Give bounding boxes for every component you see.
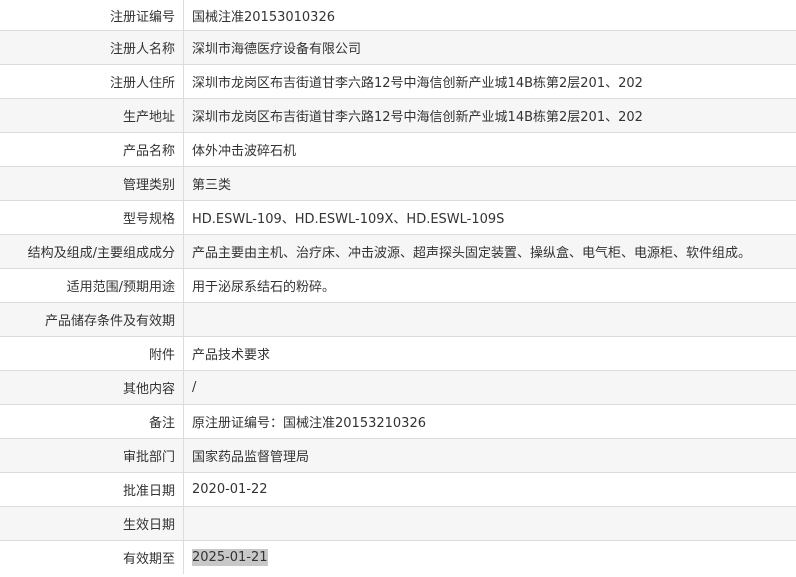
row-label-storage-validity: 产品储存条件及有效期 bbox=[0, 302, 184, 337]
row-label-structure-composition: 结构及组成/主要组成成分 bbox=[0, 234, 184, 269]
row-value-registrant-name: 深圳市海德医疗设备有限公司 bbox=[183, 30, 796, 65]
table-row: 型号规格 HD.ESWL-109、HD.ESWL-109X、HD.ESWL-10… bbox=[0, 200, 796, 235]
row-label-registrant-address: 注册人住所 bbox=[0, 64, 184, 99]
registration-detail-table: 注册证编号 国械注准20153010326 注册人名称 深圳市海德医疗设备有限公… bbox=[0, 0, 796, 574]
row-label-registration-number: 注册证编号 bbox=[0, 0, 184, 31]
row-label-other-content: 其他内容 bbox=[0, 370, 184, 405]
table-row: 附件 产品技术要求 bbox=[0, 336, 796, 371]
table-row: 其他内容 / bbox=[0, 370, 796, 405]
row-value-registration-number: 国械注准20153010326 bbox=[183, 0, 796, 31]
row-value-valid-until: 2025-01-21 bbox=[184, 541, 796, 575]
table-row: 产品储存条件及有效期 bbox=[0, 302, 796, 337]
table-row: 产品名称 体外冲击波碎石机 bbox=[0, 132, 796, 167]
table-row: 审批部门 国家药品监督管理局 bbox=[0, 438, 796, 473]
row-label-remarks: 备注 bbox=[0, 404, 184, 439]
row-label-production-address: 生产地址 bbox=[0, 98, 184, 133]
row-label-valid-until: 有效期至 bbox=[0, 540, 184, 574]
row-value-product-name: 体外冲击波碎石机 bbox=[183, 132, 796, 167]
row-value-approval-date: 2020-01-22 bbox=[183, 472, 796, 507]
row-value-structure-composition: 产品主要由主机、治疗床、冲击波源、超声探头固定装置、操纵盒、电气柜、电源柜、软件… bbox=[183, 234, 796, 269]
row-label-attachment: 附件 bbox=[0, 336, 184, 371]
row-label-product-name: 产品名称 bbox=[0, 132, 184, 167]
table-row: 有效期至 2025-01-21 bbox=[0, 540, 796, 575]
table-row: 结构及组成/主要组成成分 产品主要由主机、治疗床、冲击波源、超声探头固定装置、操… bbox=[0, 234, 796, 269]
row-label-management-category: 管理类别 bbox=[0, 166, 184, 201]
table-row: 注册证编号 国械注准20153010326 bbox=[0, 0, 796, 31]
selected-text-valid-until[interactable]: 2025-01-21 bbox=[192, 549, 268, 566]
row-value-other-content: / bbox=[183, 370, 796, 405]
row-label-effective-date: 生效日期 bbox=[0, 506, 184, 541]
table-row: 注册人住所 深圳市龙岗区布吉街道甘李六路12号中海信创新产业城14B栋第2层20… bbox=[0, 64, 796, 99]
table-row: 生产地址 深圳市龙岗区布吉街道甘李六路12号中海信创新产业城14B栋第2层201… bbox=[0, 98, 796, 133]
table-row: 生效日期 bbox=[0, 506, 796, 541]
row-value-intended-use: 用于泌尿系结石的粉碎。 bbox=[183, 268, 796, 303]
row-label-approval-department: 审批部门 bbox=[0, 438, 184, 473]
row-value-remarks: 原注册证编号：国械注准20153210326 bbox=[183, 404, 796, 439]
row-value-approval-department: 国家药品监督管理局 bbox=[183, 438, 796, 473]
table-row: 注册人名称 深圳市海德医疗设备有限公司 bbox=[0, 30, 796, 65]
row-label-intended-use: 适用范围/预期用途 bbox=[0, 268, 184, 303]
row-value-model-spec: HD.ESWL-109、HD.ESWL-109X、HD.ESWL-109S bbox=[183, 200, 796, 235]
table-row: 适用范围/预期用途 用于泌尿系结石的粉碎。 bbox=[0, 268, 796, 303]
row-value-production-address: 深圳市龙岗区布吉街道甘李六路12号中海信创新产业城14B栋第2层201、202 bbox=[183, 98, 796, 133]
row-value-effective-date bbox=[183, 506, 796, 541]
row-label-model-spec: 型号规格 bbox=[0, 200, 184, 235]
row-label-approval-date: 批准日期 bbox=[0, 472, 184, 507]
row-value-registrant-address: 深圳市龙岗区布吉街道甘李六路12号中海信创新产业城14B栋第2层201、202 bbox=[183, 64, 796, 99]
row-value-attachment: 产品技术要求 bbox=[183, 336, 796, 371]
row-value-storage-validity bbox=[183, 302, 796, 337]
row-label-registrant-name: 注册人名称 bbox=[0, 30, 184, 65]
table-row: 管理类别 第三类 bbox=[0, 166, 796, 201]
table-row: 备注 原注册证编号：国械注准20153210326 bbox=[0, 404, 796, 439]
row-value-management-category: 第三类 bbox=[183, 166, 796, 201]
table-row: 批准日期 2020-01-22 bbox=[0, 472, 796, 507]
